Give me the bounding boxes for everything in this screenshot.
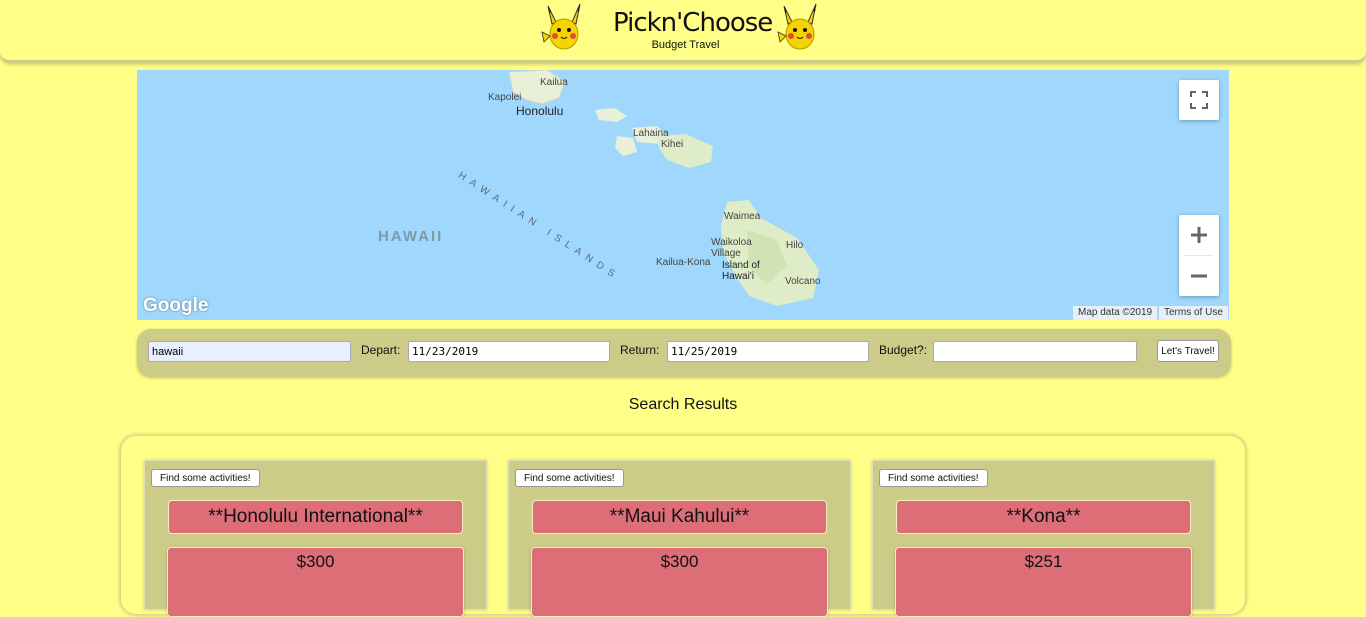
zoom-control — [1179, 215, 1219, 296]
airport-name: **Honolulu International** — [168, 500, 463, 534]
pikachu-icon — [777, 3, 817, 50]
destination-input[interactable] — [148, 341, 351, 362]
site-title: Pickn'Choose — [613, 8, 773, 38]
price: $300 — [167, 547, 464, 617]
terms-of-use-link[interactable]: Terms of Use — [1159, 306, 1228, 320]
map-label-kailua: Kailua — [540, 77, 568, 88]
results-panel: Find some activities! **Honolulu Interna… — [120, 435, 1246, 617]
depart-date-input[interactable] — [408, 341, 610, 362]
depart-label: Depart: — [361, 343, 401, 357]
map-label-kailua-kona: Kailua-Kona — [656, 257, 711, 268]
google-logo: Google — [143, 295, 209, 316]
fullscreen-icon — [1190, 91, 1208, 109]
map-label-kihei: Kihei — [661, 139, 684, 150]
price: $300 — [531, 547, 828, 617]
minus-icon — [1191, 274, 1207, 278]
zoom-out-button[interactable] — [1179, 256, 1219, 296]
budget-label: Budget?: — [879, 343, 928, 357]
map-label-island-of-hawaii: Island of Hawai'i — [722, 260, 760, 282]
zoom-in-button[interactable] — [1179, 215, 1219, 255]
budget-input[interactable] — [933, 341, 1137, 362]
map-label-volcano: Volcano — [785, 276, 821, 287]
map-label-honolulu: Honolulu — [516, 104, 564, 118]
map-label-lahaina: Lahaina — [633, 128, 669, 139]
site-subtitle: Budget Travel — [651, 39, 720, 51]
map-label-waikoloa: Waikoloa Village — [711, 237, 752, 259]
map-view[interactable]: Kailua Kapolei Honolulu Lahaina Kihei HA… — [137, 70, 1229, 320]
find-activities-button[interactable]: Find some activities! — [515, 469, 624, 487]
price: $251 — [895, 547, 1192, 617]
search-form: Depart: Return: Budget?: Let's Travel! — [137, 329, 1231, 377]
lets-travel-button[interactable]: Let's Travel! — [1157, 340, 1219, 362]
map-land — [508, 70, 819, 306]
airport-name: **Maui Kahului** — [532, 500, 827, 534]
search-results-title: Search Results — [628, 396, 738, 413]
fullscreen-button[interactable] — [1179, 80, 1219, 120]
brand: Pickn'Choose Budget Travel — [613, 6, 773, 51]
map-label-kapolei: Kapolei — [488, 92, 522, 103]
find-activities-button[interactable]: Find some activities! — [151, 469, 260, 487]
map-data-attribution: Map data ©2019 — [1073, 306, 1158, 320]
map-label-hilo: Hilo — [786, 240, 804, 251]
plus-icon — [1191, 227, 1207, 243]
return-date-input[interactable] — [667, 341, 869, 362]
return-label: Return: — [620, 343, 660, 357]
airport-name: **Kona** — [896, 500, 1191, 534]
find-activities-button[interactable]: Find some activities! — [879, 469, 988, 487]
pikachu-icon — [541, 3, 581, 50]
site-header: Pickn'Choose Budget Travel — [0, 0, 1366, 62]
map-label-hawaii: HAWAII — [378, 228, 444, 245]
map-label-waimea: Waimea — [724, 211, 761, 222]
